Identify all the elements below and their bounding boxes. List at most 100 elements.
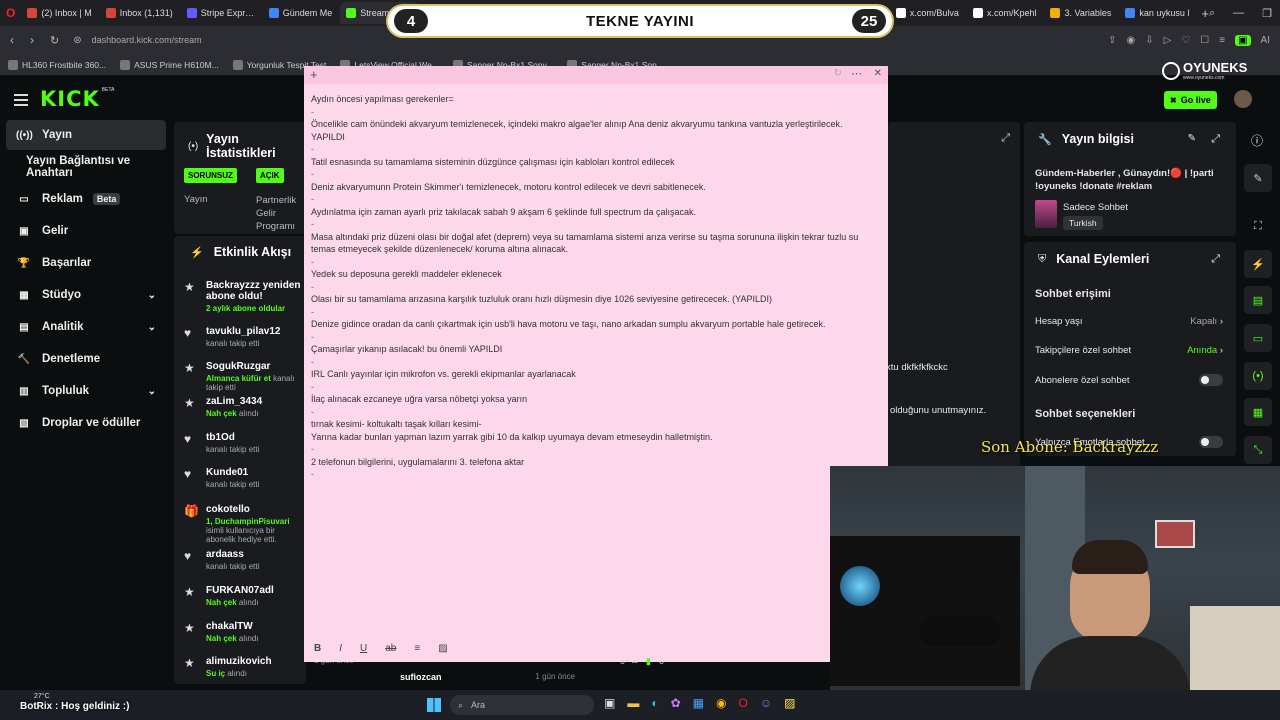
document-rail-button[interactable]: ▤ (1244, 286, 1272, 314)
new-note-icon[interactable]: + (310, 67, 318, 82)
edit-icon[interactable]: ✎ (1188, 133, 1196, 144)
subs-only-toggle[interactable] (1199, 374, 1223, 386)
bold-button[interactable]: B (314, 643, 321, 654)
activity-username[interactable]: tavuklu_pilav12 (206, 326, 304, 337)
sidebar-item[interactable]: ▦ Stüdyo ⌄ (6, 280, 166, 310)
close-note-icon[interactable]: ✕ (874, 68, 882, 79)
sidebar-item[interactable]: 🔨 Denetleme (6, 344, 166, 374)
bookmark-item[interactable]: HL360 Frostbite 360... (8, 59, 106, 70)
followers-only-row[interactable]: Takipçilere özel sohbet Anında › (1035, 345, 1223, 356)
ai-icon[interactable]: AI (1261, 35, 1270, 46)
underline-button[interactable]: U (360, 643, 367, 654)
storage-rail-button[interactable]: ▦ (1244, 398, 1272, 426)
info-icon[interactable]: ⓘ (1251, 132, 1263, 149)
sidebar-item[interactable]: ▭ Reklam Beta (6, 184, 166, 214)
note-text-area[interactable]: Aydın öncesi yapılması gerekenler= - Öncel… (311, 93, 881, 481)
popout-icon[interactable]: ⤢ (1211, 253, 1220, 266)
chrome-icon[interactable]: ◉ (716, 696, 726, 710)
sidebar-item[interactable]: ▥ Topluluk ⌄ (6, 376, 166, 406)
sidebar-item[interactable]: Yayın Bağlantısı ve Anahtarı (6, 152, 166, 182)
site-info-icon[interactable]: ⊜ (73, 35, 81, 46)
sidebar-item[interactable]: ▧ Droplar ve ödüller (6, 408, 166, 438)
popout-icon[interactable]: ⤢ (1001, 132, 1010, 145)
browser-tab[interactable]: Stripe Express (181, 2, 261, 24)
weather-widget[interactable]: 27°C (34, 693, 50, 700)
reload-icon[interactable]: ↻ (50, 34, 59, 47)
category-thumbnail[interactable] (1035, 200, 1057, 228)
sync-icon[interactable]: ↻ (834, 68, 842, 79)
new-tab-button[interactable]: + (1201, 6, 1209, 21)
edit-rail-button[interactable]: ✎ (1244, 164, 1272, 192)
sidebar-item[interactable]: ((•)) Yayın (6, 120, 166, 150)
activity-username[interactable]: Backrayzzz yeniden abone oldu! (206, 280, 304, 302)
camera-icon[interactable]: ◉ (1126, 35, 1135, 46)
forward-icon[interactable]: › (30, 33, 34, 47)
italic-button[interactable]: I (339, 643, 342, 654)
activity-username[interactable]: ardaass (206, 549, 304, 560)
chat-rail-button[interactable]: ▭ (1244, 324, 1272, 352)
app-icon[interactable]: ▨ (784, 696, 795, 710)
note-title-bar[interactable]: + ↻ ⋯ ✕ (304, 66, 888, 84)
opera-logo-icon[interactable]: O (6, 6, 15, 20)
browser-tab[interactable]: Inbox (1,131) (100, 2, 179, 24)
activity-username[interactable]: alimuzikovich (206, 656, 304, 667)
menu-icon[interactable]: ≡ (1219, 35, 1225, 46)
sidebar-item[interactable]: ▤ Analitik ⌄ (6, 312, 166, 342)
sidebar-item[interactable]: ▣ Gelir (6, 216, 166, 246)
emote-only-toggle[interactable] (1199, 436, 1223, 448)
browser-tab[interactable]: x.com/Kpehl (967, 2, 1043, 24)
discord-icon[interactable]: ☺ (760, 696, 772, 710)
bookmark-item[interactable]: ASUS Prime H610M... (120, 59, 219, 70)
broadcast-rail-button[interactable]: (•) (1244, 362, 1272, 390)
browser-tab[interactable]: Gündem Me (263, 2, 339, 24)
download-icon[interactable]: ⇩ (1145, 35, 1153, 46)
copilot-icon[interactable]: ✿ (671, 696, 681, 710)
popout-icon[interactable]: ⤢ (1211, 133, 1220, 146)
file-explorer-icon[interactable]: ▬ (627, 696, 639, 710)
profile-icon[interactable]: ▣ (1235, 34, 1251, 46)
activity-username[interactable]: SogukRuzgar (206, 361, 304, 372)
edge-icon[interactable]: ◐ (651, 696, 658, 710)
task-view-icon[interactable]: ▣ (604, 696, 615, 710)
activity-username[interactable]: Kunde01 (206, 467, 304, 478)
strikethrough-button[interactable]: ab (385, 643, 396, 654)
bookmark-icon[interactable]: ☐ (1200, 35, 1209, 46)
heart-icon[interactable]: ♡ (1181, 35, 1190, 46)
activity-username[interactable]: tb1Od (206, 432, 304, 443)
sidebar-item[interactable]: 🏆 Başarılar (6, 248, 166, 278)
windows-start-icon[interactable] (427, 698, 441, 712)
activity-username[interactable]: FURKAN07adl (206, 585, 304, 596)
account-age-row[interactable]: Hesap yaşı Kapalı › (1035, 316, 1223, 327)
activity-username[interactable]: chakalTW (206, 621, 304, 632)
note-line: Aydın öncesi yapılması gerekenler= (311, 94, 454, 104)
browser-tab[interactable]: 3. Variables (1044, 2, 1117, 24)
avatar[interactable] (1234, 90, 1252, 108)
lightning-rail-button[interactable]: ⚡ (1244, 250, 1272, 278)
fullscreen-rail-button[interactable]: ⛶ (1244, 212, 1272, 240)
activity-username[interactable]: zaLim_3434 (206, 396, 304, 407)
share-icon[interactable]: ⇪ (1108, 35, 1116, 46)
browser-tab[interactable]: x.com/Bulva (890, 2, 965, 24)
sticky-note-window[interactable]: + ↻ ⋯ ✕ Aydın öncesi yapılması gerekenle… (304, 66, 888, 662)
note-line: Öncelikle cam önündeki akvaryum temizlen… (311, 119, 843, 129)
note-dash: - (311, 356, 314, 367)
play-icon[interactable]: ▷ (1164, 35, 1172, 46)
opera-icon[interactable]: O (738, 696, 747, 710)
taskbar-search[interactable]: ⌕ Ara (450, 695, 594, 715)
store-icon[interactable]: ▦ (693, 696, 704, 710)
browser-tab[interactable]: kan uykusu l (1119, 2, 1195, 24)
bullet-list-button[interactable]: ≡ (414, 643, 420, 654)
more-options-icon[interactable]: ⋯ (851, 67, 862, 80)
url-field[interactable]: dashboard.kick.com/stream (92, 35, 202, 45)
maximize-button[interactable]: ❐ (1262, 7, 1272, 20)
image-button[interactable]: ▨ (438, 643, 447, 654)
minimize-button[interactable]: — (1233, 7, 1244, 20)
activity-username[interactable]: cokotello (206, 504, 304, 515)
search-tabs-icon[interactable]: ⌕ (1209, 7, 1215, 20)
browser-tab[interactable]: (2) Inbox | M (21, 2, 97, 24)
expand-rail-button[interactable]: ⤡ (1244, 436, 1272, 464)
category-label[interactable]: Sadece Sohbet (1063, 202, 1128, 213)
back-icon[interactable]: ‹ (10, 33, 14, 47)
chat-message: olduğunu unutmayınız. (890, 405, 987, 416)
go-live-button[interactable]: ✖ Go live (1164, 91, 1217, 109)
